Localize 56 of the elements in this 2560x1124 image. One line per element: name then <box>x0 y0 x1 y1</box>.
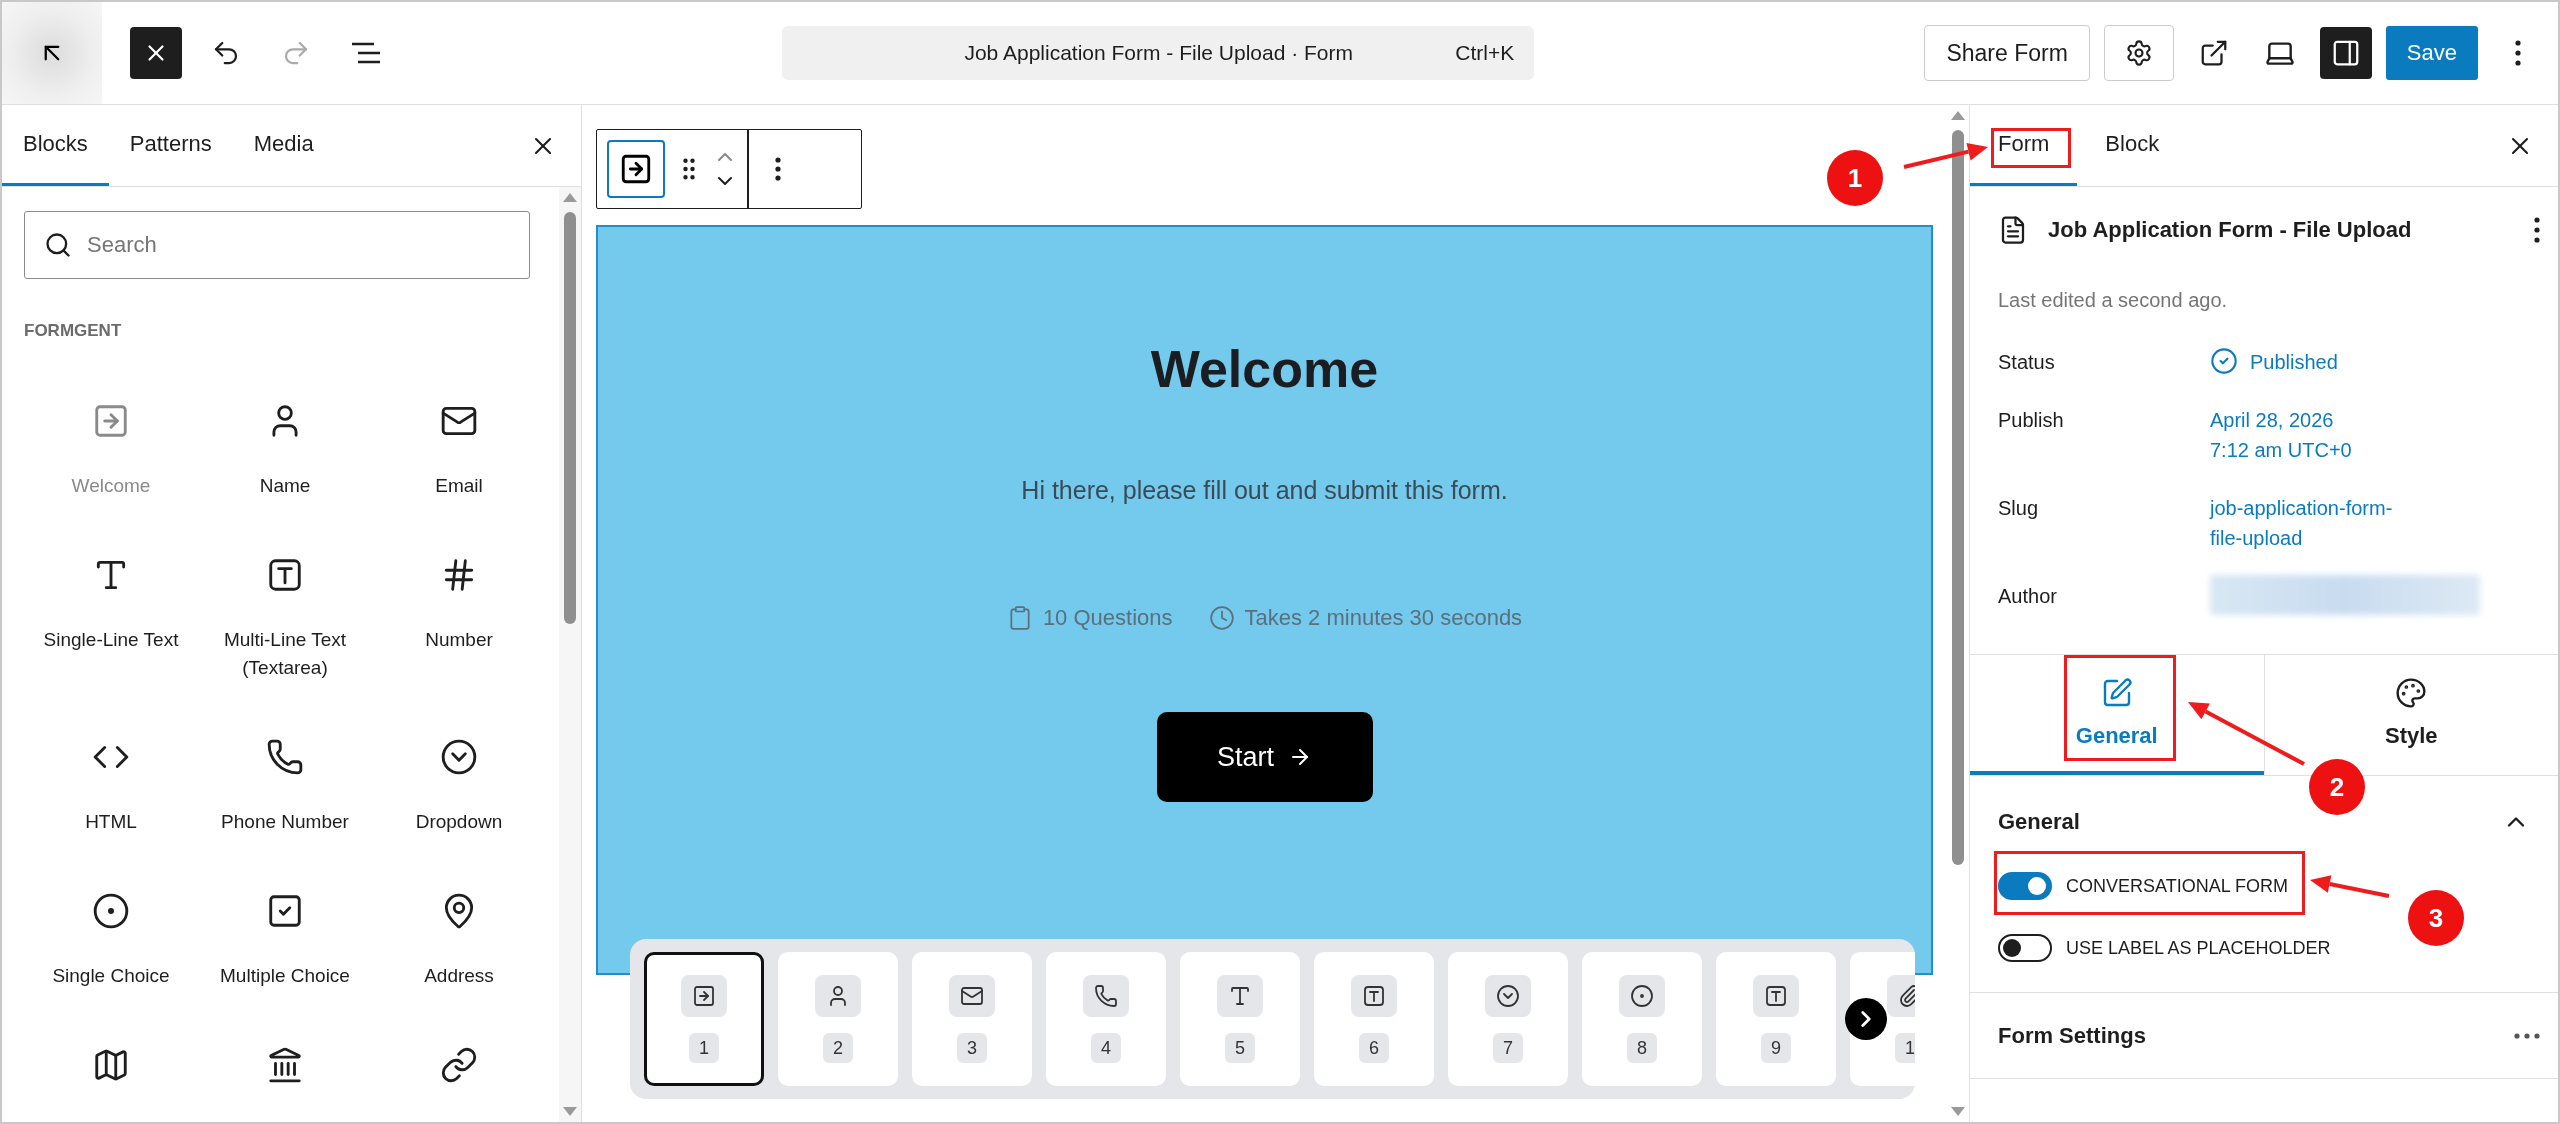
block-label[interactable]: Multi-Line Text (Textarea) <box>198 626 372 682</box>
toggle-label: CONVERSATIONAL FORM <box>2066 875 2289 897</box>
panel-tab[interactable]: Block <box>2077 105 2188 186</box>
step-number: 8 <box>1627 1033 1657 1063</box>
step-number: 6 <box>1359 1033 1389 1063</box>
step-card[interactable]: 6 <box>1314 952 1434 1086</box>
step-card[interactable]: 2 <box>778 952 898 1086</box>
block-label[interactable]: Multiple Choice <box>220 962 350 990</box>
search-field[interactable]: Search <box>24 211 530 279</box>
panel-tab[interactable]: Media <box>232 105 335 186</box>
share-form-button[interactable]: Share Form <box>1924 25 2090 81</box>
step-card[interactable]: 5 <box>1180 952 1300 1086</box>
command-bar[interactable]: Job Application Form - File Upload · Form Ctrl+K <box>782 26 1535 80</box>
step-number: 7 <box>1493 1033 1523 1063</box>
field-label: Status <box>1998 350 2056 375</box>
block-label[interactable]: Name <box>259 472 311 500</box>
field-value-link[interactable]: job-application-form- file-upload <box>2210 493 2393 553</box>
step-number: 4 <box>1091 1033 1121 1063</box>
step-card[interactable]: 1 <box>644 952 764 1086</box>
start-button[interactable]: Start <box>1156 712 1373 802</box>
panel-tab[interactable]: Blocks <box>2 105 109 186</box>
panel-tab[interactable]: Patterns <box>108 105 233 186</box>
last-edited-text: Last edited a second ago. <box>1997 288 2229 312</box>
step-card[interactable]: 8 <box>1582 952 1702 1086</box>
category-heading: FORMGENT <box>24 321 123 341</box>
step-number: 3 <box>957 1033 987 1063</box>
form-title: Job Application Form - File Upload <box>2048 217 2413 243</box>
step-number: 5 <box>1225 1033 1255 1063</box>
step-card[interactable]: 7 <box>1448 952 1568 1086</box>
step-number: 9 <box>1761 1033 1791 1063</box>
block-label[interactable]: Number <box>425 626 493 654</box>
welcome-subtitle: Hi there, please fill out and submit this form. <box>1021 476 1508 505</box>
block-label[interactable]: Address <box>424 962 494 990</box>
step-number: 1 <box>1895 1033 1915 1063</box>
block-label[interactable]: Single-Line Text <box>43 626 179 654</box>
step-card[interactable]: 3 <box>912 952 1032 1086</box>
step-number: 1 <box>689 1033 719 1063</box>
field-label: Slug <box>1998 496 2040 521</box>
block-label[interactable]: Single Choice <box>52 962 170 990</box>
field-value-link[interactable]: Published <box>2250 347 2338 377</box>
duration-text: Takes 2 minutes 30 seconds <box>1244 605 1523 631</box>
field-value-link[interactable]: April 28, 2026 7:12 am UTC+0 <box>2210 405 2352 465</box>
welcome-title: Welcome <box>1150 339 1379 399</box>
block-label[interactable]: HTML <box>85 808 137 836</box>
question-count: 10 Questions <box>1042 605 1173 631</box>
step-number: 2 <box>823 1033 853 1063</box>
block-label[interactable]: Phone Number <box>221 808 349 836</box>
field-label: Publish <box>1998 408 2065 433</box>
step-card[interactable]: 9 <box>1716 952 1836 1086</box>
toggle-label: USE LABEL AS PLACEHOLDER <box>2066 937 2331 959</box>
block-label[interactable]: Email <box>435 472 483 500</box>
field-label: Author <box>1998 584 2058 609</box>
step-badge: 3 <box>2408 890 2464 946</box>
block-label[interactable]: Dropdown <box>415 808 503 836</box>
step-card[interactable]: 4 <box>1046 952 1166 1086</box>
save-button[interactable]: Save <box>2385 26 2478 80</box>
